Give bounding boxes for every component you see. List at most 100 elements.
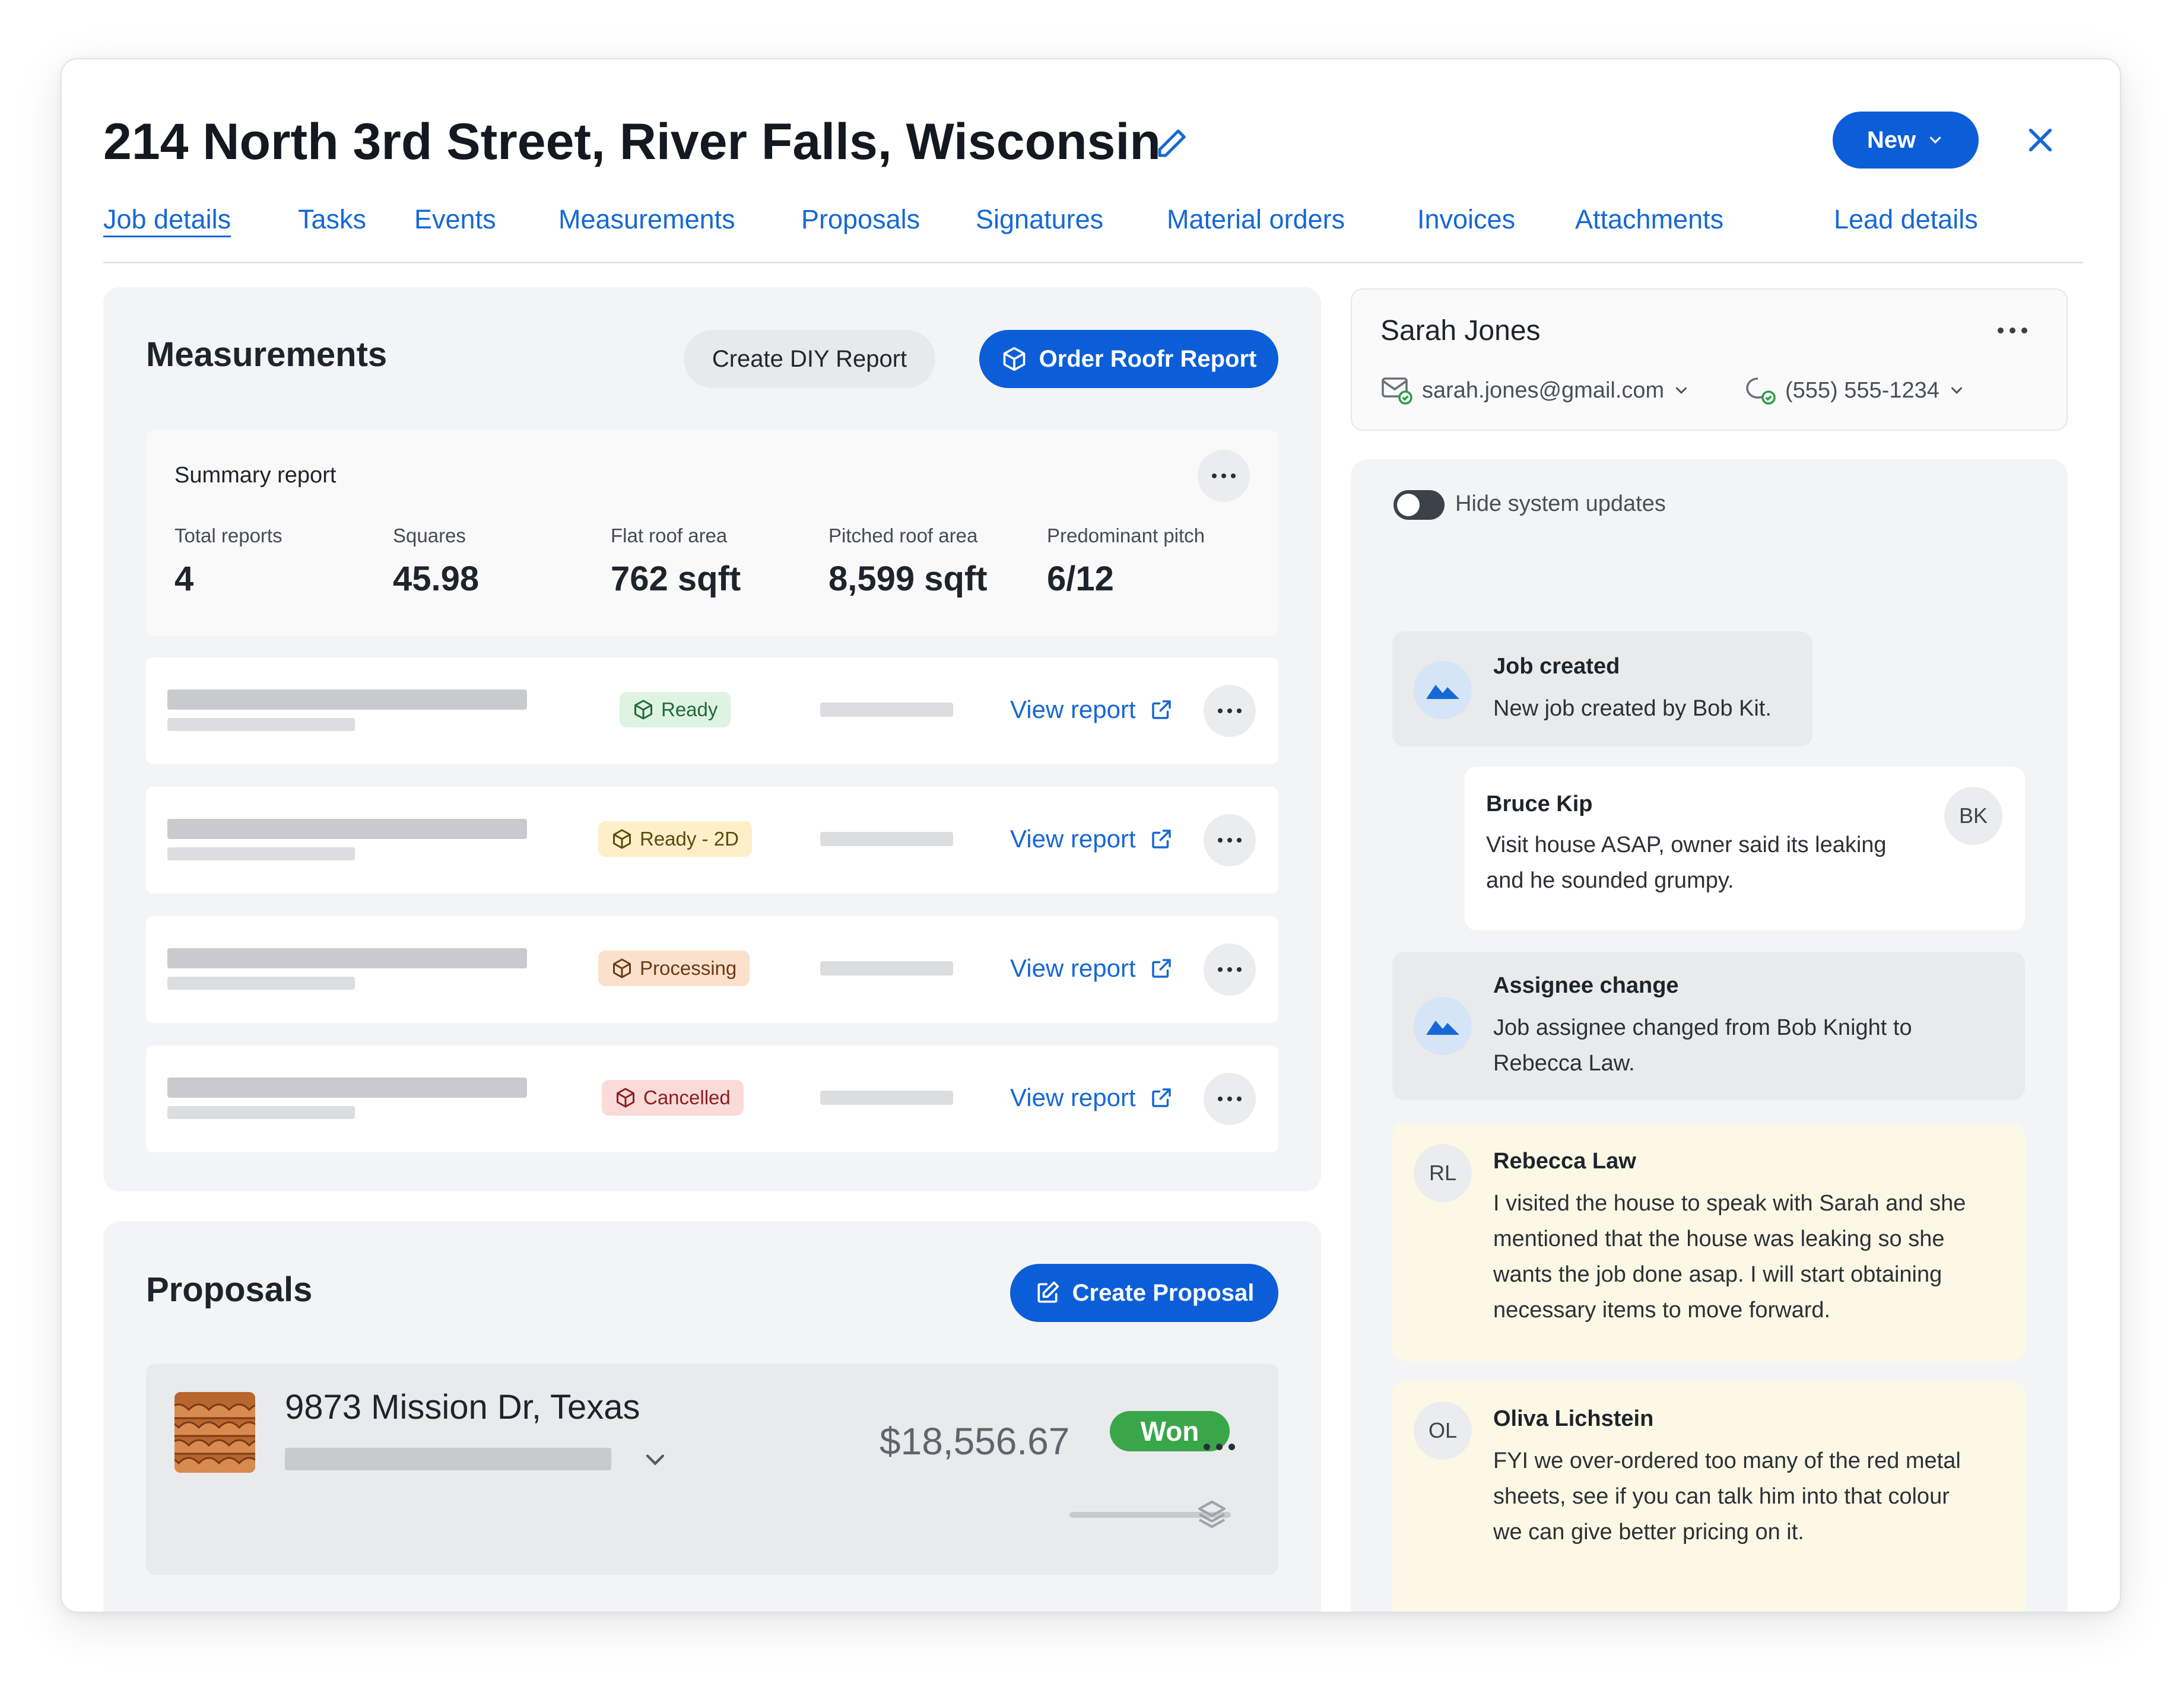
- text-line: Job assignee changed from Bob Knight to: [1493, 1015, 1912, 1040]
- proposals-panel: Proposals Create Proposal 9873 Mission D…: [103, 1221, 1321, 1612]
- summary-report: Summary report Total reports 4 Squares 4…: [146, 430, 1278, 636]
- status-badge: Ready - 2D: [598, 821, 752, 857]
- view-report-label: View report: [1010, 695, 1136, 723]
- feed-item-author: Rebecca Law: [1493, 1149, 1636, 1174]
- hide-system-updates-toggle[interactable]: [1393, 490, 1445, 520]
- report-more-button[interactable]: [1204, 814, 1256, 866]
- placeholder-bar: [167, 819, 527, 839]
- feed-item-note: RL Rebecca Law I visited the house to sp…: [1392, 1124, 2025, 1361]
- placeholder-bar: [820, 832, 953, 846]
- phone-dropdown[interactable]: (555) 555-1234: [1744, 375, 1966, 406]
- roof-tile-thumbnail: [174, 1392, 255, 1473]
- placeholder-bar: [820, 1091, 953, 1105]
- avatar: OL: [1414, 1402, 1472, 1460]
- avatar-initials: BK: [1958, 803, 1988, 828]
- measurements-title: Measurements: [146, 335, 388, 374]
- report-more-button[interactable]: [1204, 943, 1256, 996]
- placeholder-bar: [167, 1106, 355, 1119]
- tab-job-details[interactable]: Job details: [103, 204, 231, 235]
- tab-attachments[interactable]: Attachments: [1575, 204, 1723, 235]
- chevron-down-icon[interactable]: [640, 1444, 671, 1475]
- new-button[interactable]: New: [1833, 112, 1979, 169]
- create-proposal-button[interactable]: Create Proposal: [1010, 1264, 1278, 1322]
- summary-more-button[interactable]: [1198, 450, 1250, 502]
- view-report-link[interactable]: View report: [1010, 954, 1174, 983]
- view-report-label: View report: [1010, 954, 1136, 982]
- placeholder-bar: [167, 718, 355, 731]
- stat-value: 4: [174, 560, 194, 598]
- tab-events[interactable]: Events: [414, 204, 496, 235]
- activity-feed: Hide system updates Job created New job …: [1351, 459, 2068, 1612]
- won-status-label: Won: [1140, 1416, 1199, 1447]
- status-badge-label: Ready: [661, 698, 718, 720]
- stat-label: Flat roof area: [611, 525, 728, 546]
- new-button-label: New: [1866, 126, 1916, 153]
- text-line: mentioned that the house was leaking so …: [1493, 1226, 1945, 1251]
- proposal-item[interactable]: 9873 Mission Dr, Texas $18,556.67 Won: [146, 1364, 1278, 1575]
- status-badge-label: Processing: [640, 957, 737, 979]
- external-link-icon: [1151, 959, 1171, 978]
- view-report-link[interactable]: View report: [1010, 825, 1174, 853]
- feed-item-text: Job assignee changed from Bob Knight to …: [1493, 1010, 1912, 1081]
- stat-value: 762 sqft: [611, 560, 741, 598]
- close-icon[interactable]: [2024, 123, 2057, 157]
- verified-email-icon: [1382, 377, 1412, 405]
- measurements-panel: Measurements Create DIY Report Order Roo…: [103, 287, 1321, 1191]
- box-icon: [634, 700, 652, 720]
- create-diy-report-button[interactable]: Create DIY Report: [684, 330, 935, 388]
- verified-phone-icon: [1746, 377, 1776, 405]
- feed-item-author: Bruce Kip: [1486, 792, 1593, 816]
- email-dropdown[interactable]: sarah.jones@gmail.com: [1380, 375, 1690, 406]
- report-row: Ready - 2D View report: [146, 787, 1278, 894]
- tab-invoices[interactable]: Invoices: [1417, 204, 1515, 235]
- tab-signatures[interactable]: Signatures: [976, 204, 1103, 235]
- report-more-button[interactable]: [1204, 1073, 1256, 1125]
- proposal-more-button[interactable]: [1193, 1432, 1245, 1461]
- tab-measurements[interactable]: Measurements: [558, 204, 735, 235]
- placeholder-bar: [820, 703, 953, 717]
- tab-bar: Job details Tasks Events Measurements Pr…: [103, 204, 2083, 263]
- placeholder-bar: [167, 847, 355, 860]
- contact-more-button[interactable]: [1998, 328, 2027, 333]
- feed-item-title: Job created: [1493, 654, 1620, 679]
- stat-squares: Squares 45.98: [393, 525, 479, 599]
- tab-proposals[interactable]: Proposals: [801, 204, 920, 235]
- feed-item-comment: Bruce Kip BK Visit house ASAP, owner sai…: [1465, 767, 2025, 930]
- report-more-button[interactable]: [1204, 685, 1256, 737]
- text-line: sheets, see if you can talk him into tha…: [1493, 1484, 1950, 1509]
- stat-pitched-roof-area: Pitched roof area 8,599 sqft: [828, 525, 988, 599]
- stat-value: 6/12: [1047, 560, 1114, 598]
- view-report-link[interactable]: View report: [1010, 695, 1174, 724]
- contact-phone: (555) 555-1234: [1785, 377, 1939, 403]
- text-line: we can give better pricing on it.: [1493, 1520, 1804, 1545]
- proposal-amount: $18,556.67: [880, 1420, 1070, 1463]
- stat-label: Pitched roof area: [828, 525, 978, 546]
- summary-title: Summary report: [174, 463, 337, 488]
- placeholder-bar: [820, 961, 953, 975]
- edit-square-icon: [1037, 1281, 1059, 1303]
- pencil-icon[interactable]: [1154, 126, 1189, 161]
- view-report-link[interactable]: View report: [1010, 1083, 1174, 1112]
- avatar: RL: [1414, 1144, 1472, 1202]
- order-roofr-report-button[interactable]: Order Roofr Report: [979, 330, 1278, 388]
- create-proposal-label: Create Proposal: [1072, 1279, 1255, 1306]
- placeholder-bar: [285, 1448, 611, 1470]
- tab-lead-details[interactable]: Lead details: [1834, 204, 1978, 235]
- text-line: Visit house ASAP, owner said its leaking: [1486, 832, 1887, 857]
- status-badge-label: Cancelled: [643, 1086, 731, 1108]
- placeholder-bar: [167, 689, 527, 710]
- roofr-logo-avatar: [1414, 997, 1472, 1055]
- report-row: Processing View report: [146, 916, 1278, 1023]
- feed-item-text: FYI we over-ordered too many of the red …: [1493, 1443, 1961, 1550]
- feed-item-system: Assignee change Job assignee changed fro…: [1392, 952, 2025, 1100]
- stat-label: Squares: [393, 525, 466, 546]
- external-link-icon: [1151, 830, 1171, 849]
- text-line: FYI we over-ordered too many of the red …: [1493, 1448, 1961, 1473]
- report-row: Cancelled View report: [146, 1046, 1278, 1152]
- tab-tasks[interactable]: Tasks: [298, 204, 366, 235]
- tab-material-orders[interactable]: Material orders: [1167, 204, 1345, 235]
- stat-flat-roof-area: Flat roof area 762 sqft: [611, 525, 741, 599]
- text-line: necessary items to move forward.: [1493, 1298, 1831, 1323]
- report-row: Ready View report: [146, 657, 1278, 764]
- contact-card: Sarah Jones sarah.jones@gmail.com (555) …: [1351, 288, 2068, 431]
